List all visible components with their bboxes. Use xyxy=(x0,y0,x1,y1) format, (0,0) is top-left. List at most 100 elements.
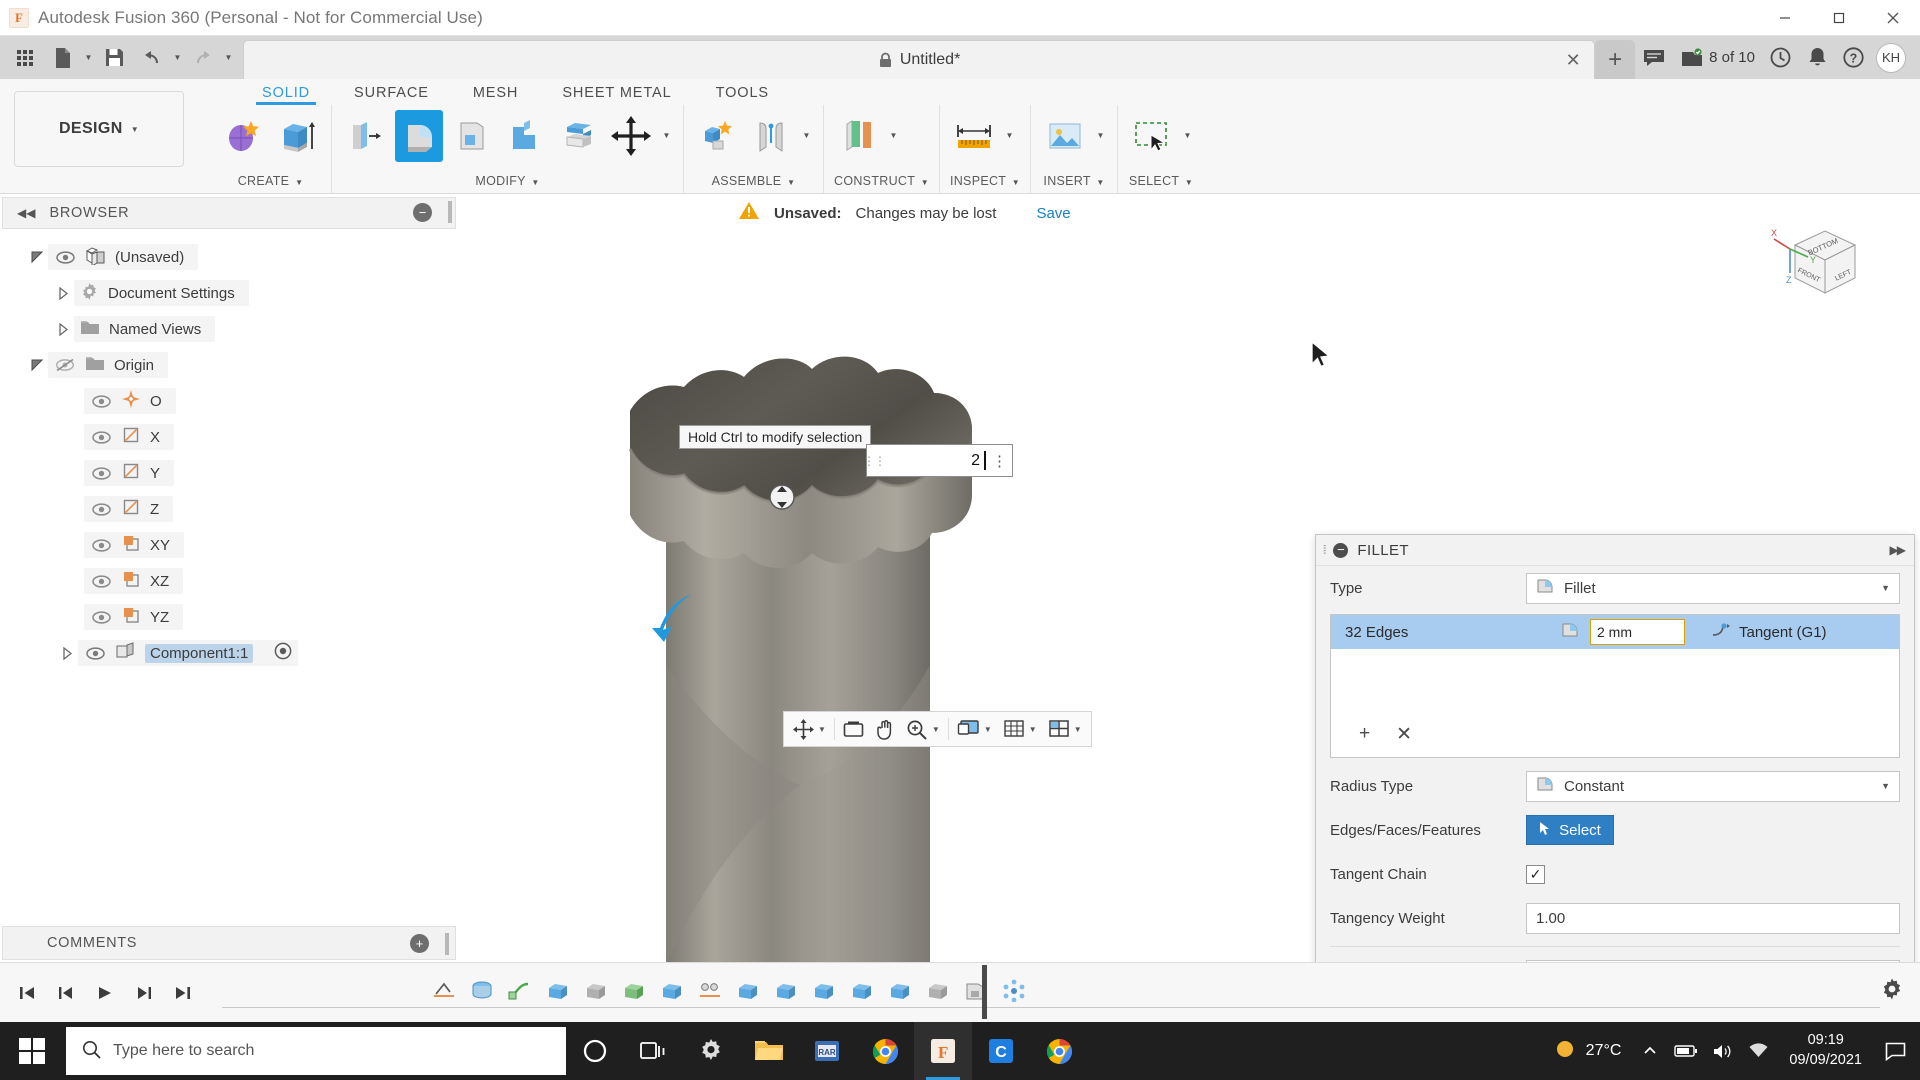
dimension-menu-icon[interactable]: ⋮ xyxy=(986,445,1012,476)
grid-dropdown-icon[interactable]: ▼ xyxy=(1029,725,1037,734)
twisty-right-icon[interactable] xyxy=(52,322,74,336)
insert-mcmaster-icon[interactable] xyxy=(1041,110,1089,162)
taskbar-clock[interactable]: 09:19 09/09/2021 xyxy=(1779,1031,1872,1070)
comments-resize-handle[interactable] xyxy=(445,933,449,955)
layout-dropdown-icon[interactable]: ▼ xyxy=(1074,725,1082,734)
redo-icon[interactable] xyxy=(184,36,222,79)
help-icon[interactable]: ? xyxy=(1835,36,1872,79)
tangency-weight-input[interactable]: 1.00 xyxy=(1526,902,1900,934)
chevron-down-icon[interactable]: ▼ xyxy=(1881,583,1890,593)
construct-dropdown-icon[interactable]: ▼ xyxy=(921,178,929,187)
visibility-eye-icon[interactable] xyxy=(90,394,112,408)
sketch-feature-icon[interactable] xyxy=(426,971,462,1009)
task-view-icon[interactable] xyxy=(624,1022,682,1080)
workspace-switcher[interactable]: DESIGN ▼ xyxy=(14,91,184,167)
browser-header[interactable]: ◀◀ BROWSER − xyxy=(2,197,456,229)
twisty-right-icon[interactable] xyxy=(52,286,74,300)
tree-item-plane-xy[interactable]: XY xyxy=(0,527,458,563)
orbit-icon[interactable]: ▼ xyxy=(788,714,831,744)
action-center-icon[interactable] xyxy=(1878,1022,1912,1080)
extrude-icon[interactable] xyxy=(273,110,321,162)
visibility-eye-icon[interactable] xyxy=(90,538,112,552)
press-pull-icon[interactable] xyxy=(342,110,390,162)
select-window-icon[interactable] xyxy=(1128,110,1176,162)
add-selection-icon[interactable]: + xyxy=(1359,723,1370,745)
notifications-icon[interactable] xyxy=(1799,36,1835,79)
ribbon-tab-tools[interactable]: TOOLS xyxy=(694,85,791,105)
show-hidden-icons-icon[interactable] xyxy=(1635,1022,1665,1080)
recent-icon[interactable] xyxy=(1762,36,1799,79)
twisty-down-icon[interactable] xyxy=(26,251,48,264)
fillet-type-select[interactable]: Fillet ▼ xyxy=(1526,572,1900,604)
undo-button[interactable]: ▼ xyxy=(133,36,184,79)
jobs-status-button[interactable]: 8 of 10 xyxy=(1673,36,1762,79)
assemble-more-icon[interactable]: ▼ xyxy=(800,114,813,157)
tree-item-axis-x[interactable]: X xyxy=(0,419,458,455)
timeline-end-marker[interactable] xyxy=(982,964,987,1019)
display-dropdown-icon[interactable]: ▼ xyxy=(984,725,992,734)
extrude-feature-icon[interactable] xyxy=(844,971,880,1009)
play-icon[interactable] xyxy=(86,973,124,1013)
model-viewport[interactable] xyxy=(600,195,1080,965)
collapse-left-icon[interactable]: ◀◀ xyxy=(17,206,35,220)
tree-item-named-views[interactable]: Named Views xyxy=(0,311,458,347)
extrude-feature-icon[interactable] xyxy=(540,971,576,1009)
document-tab[interactable]: Untitled* ✕ xyxy=(243,40,1596,79)
fillet-radius-input[interactable]: 2 mm xyxy=(1590,619,1685,645)
assemble-dropdown-icon[interactable]: ▼ xyxy=(787,178,795,187)
visibility-eye-icon[interactable] xyxy=(90,610,112,624)
offset-face-icon[interactable] xyxy=(554,110,602,162)
avatar[interactable]: KH xyxy=(1876,42,1906,73)
measure-icon[interactable] xyxy=(950,110,998,162)
extrude-feature-icon[interactable] xyxy=(806,971,842,1009)
comment-icon[interactable] xyxy=(1635,36,1673,79)
app-grid-icon[interactable] xyxy=(6,36,44,79)
ribbon-tab-solid[interactable]: SOLID xyxy=(240,85,332,105)
joint-icon[interactable] xyxy=(747,110,795,162)
visibility-eye-icon[interactable] xyxy=(90,574,112,588)
display-settings-icon[interactable]: ▼ xyxy=(952,714,997,744)
close-button[interactable] xyxy=(1866,0,1920,36)
cisdem-icon[interactable]: C xyxy=(972,1022,1030,1080)
pattern-feature-icon[interactable] xyxy=(692,971,728,1009)
extrude-feature-icon[interactable] xyxy=(882,971,918,1009)
inspect-dropdown-icon[interactable]: ▼ xyxy=(1012,178,1020,187)
create-sketch-icon[interactable] xyxy=(220,110,268,162)
extrude-feature-icon[interactable] xyxy=(920,971,956,1009)
extrude-feature-icon[interactable] xyxy=(616,971,652,1009)
select-more-icon[interactable]: ▼ xyxy=(1181,114,1194,157)
visibility-eye-icon[interactable] xyxy=(84,646,106,660)
step-forward-icon[interactable] xyxy=(125,973,163,1013)
select-dropdown-icon[interactable]: ▼ xyxy=(1185,178,1193,187)
battery-icon[interactable] xyxy=(1671,1022,1701,1080)
visibility-eye-icon[interactable] xyxy=(90,466,112,480)
zoom-icon[interactable]: ▼ xyxy=(901,714,945,744)
fusion360-icon[interactable]: F xyxy=(914,1022,972,1080)
winrar-icon[interactable]: RAR xyxy=(798,1022,856,1080)
shell-icon[interactable] xyxy=(448,110,496,162)
fillet-dialog-header[interactable]: ⦙⦙ − FILLET ▶▶ xyxy=(1316,535,1914,566)
tree-item-axis-y[interactable]: Y xyxy=(0,455,458,491)
shell-feature-icon[interactable] xyxy=(958,971,994,1009)
orbit-dropdown-icon[interactable]: ▼ xyxy=(818,725,826,734)
pan-icon[interactable] xyxy=(870,714,900,744)
new-document-button[interactable]: ▼ xyxy=(44,36,95,79)
combine-icon[interactable] xyxy=(501,110,549,162)
dialog-expand-icon[interactable]: ▶▶ xyxy=(1890,543,1907,557)
dimension-input[interactable]: ⋮⋮ 2 ⋮ xyxy=(863,444,1013,477)
create-dropdown-icon[interactable]: ▼ xyxy=(295,178,303,187)
new-document-dropdown-icon[interactable]: ▼ xyxy=(82,36,95,79)
tangent-chain-checkbox[interactable]: ✓ xyxy=(1526,864,1545,884)
step-back-icon[interactable] xyxy=(47,973,85,1013)
revolve-feature-icon[interactable] xyxy=(464,971,500,1009)
skip-to-end-icon[interactable] xyxy=(164,973,202,1013)
ribbon-tab-mesh[interactable]: MESH xyxy=(451,85,541,105)
chrome-icon[interactable] xyxy=(856,1022,914,1080)
modify-more-icon[interactable]: ▼ xyxy=(660,114,673,157)
look-at-icon[interactable] xyxy=(838,714,869,744)
tree-item-plane-yz[interactable]: YZ xyxy=(0,599,458,635)
skip-to-start-icon[interactable] xyxy=(8,973,46,1013)
extrude-feature-icon[interactable] xyxy=(654,971,690,1009)
extrude-feature-icon[interactable] xyxy=(578,971,614,1009)
undo-icon[interactable] xyxy=(133,36,171,79)
